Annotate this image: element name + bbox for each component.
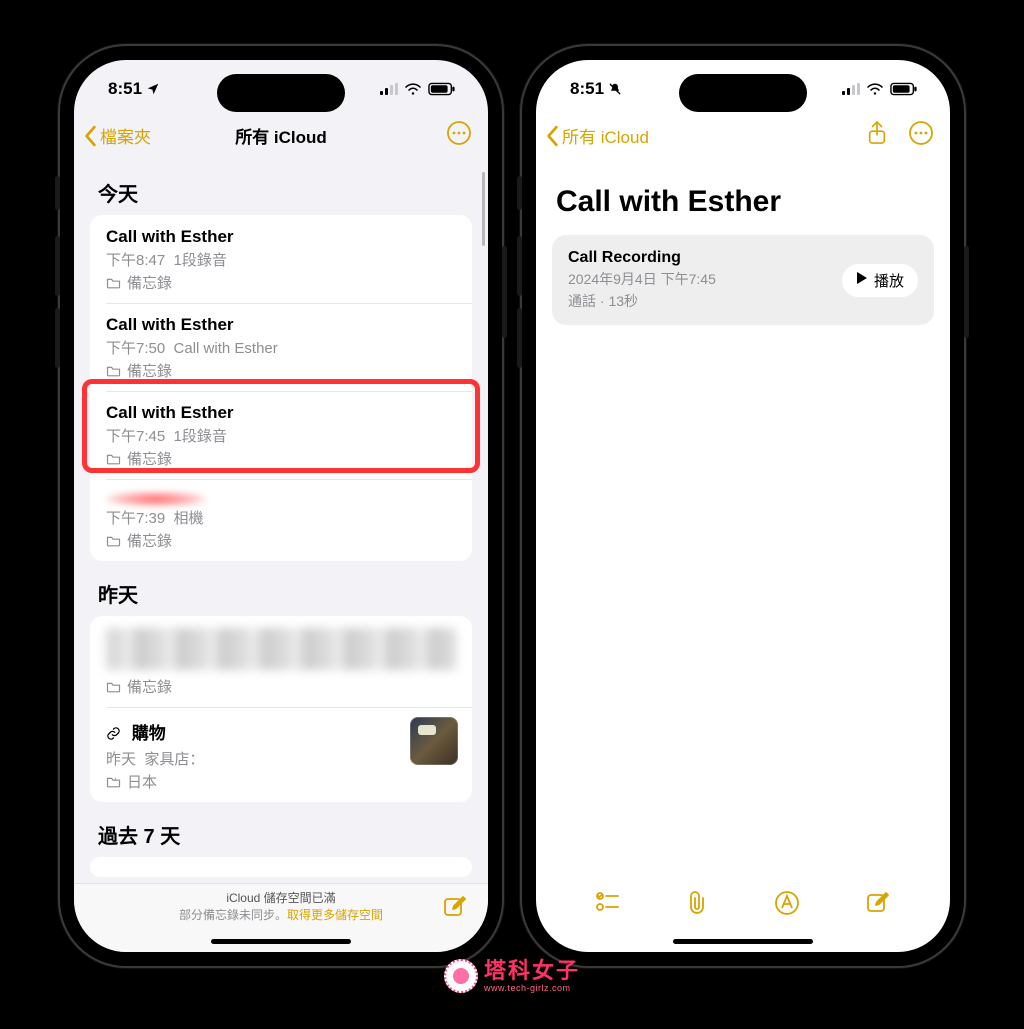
battery-icon [890, 82, 918, 96]
back-label: 檔案夾 [100, 123, 151, 148]
note-subtitle: 下午7:50 Call with Esther [106, 337, 456, 358]
play-button[interactable]: 播放 [842, 264, 918, 297]
note-thumbnail [410, 717, 458, 765]
battery-icon [428, 82, 456, 96]
folder-icon [106, 453, 121, 465]
notes-list[interactable]: 今天 Call with Esther 下午8:47 1段錄音 備忘錄 Call… [74, 160, 488, 892]
note-folder: 日本 [106, 771, 456, 792]
share-icon[interactable] [866, 120, 888, 151]
get-more-storage-link[interactable]: 取得更多儲存空間 [287, 908, 383, 922]
location-icon [146, 82, 160, 96]
home-indicator[interactable] [673, 939, 813, 944]
checklist-icon[interactable] [595, 890, 621, 919]
phone-left: 8:51 檔案夾 [60, 46, 502, 966]
markup-icon[interactable] [774, 890, 800, 921]
status-bar: 8:51 [74, 60, 488, 118]
link-icon [106, 726, 121, 746]
phone-right: 8:51 所有 iClo [522, 46, 964, 966]
recording-heading: Call Recording [568, 249, 716, 267]
note-row[interactable]: Call with Esther 下午7:50 Call with Esther… [90, 303, 472, 391]
signal-icon [842, 83, 860, 95]
section-header-past7: 過去 7 天 [74, 802, 488, 857]
more-icon[interactable] [446, 120, 472, 151]
note-folder: 備忘錄 [106, 448, 456, 469]
note-row[interactable]: Call with Esther 下午8:47 1段錄音 備忘錄 [90, 215, 472, 303]
wifi-icon [404, 82, 422, 96]
status-time: 8:51 [108, 79, 142, 99]
nav-bar: 所有 iCloud [536, 118, 950, 159]
back-button[interactable]: 所有 iCloud [546, 123, 649, 148]
folder-icon [106, 681, 121, 693]
folder-icon [106, 277, 121, 289]
status-time: 8:51 [570, 79, 604, 99]
section-header-today: 今天 [74, 160, 488, 215]
note-row[interactable]: 備忘錄 [90, 616, 472, 707]
note-row-highlighted[interactable]: Call with Esther 下午7:45 1段錄音 備忘錄 [90, 391, 472, 479]
note-subtitle: 下午7:45 1段錄音 [106, 425, 456, 446]
recording-timestamp: 2024年9月4日 下午7:45 [568, 269, 716, 289]
pinned-folder-icon [106, 776, 121, 788]
note-detail-title: Call with Esther [536, 159, 950, 235]
note-row[interactable]: 下午7:39 相機 備忘錄 [90, 479, 472, 561]
note-row[interactable]: 購物 昨天 家具店： 日本 [90, 707, 472, 802]
note-title: Call with Esther [106, 227, 456, 247]
note-title: Call with Esther [106, 315, 456, 335]
blurred-content [106, 628, 456, 670]
attachment-icon[interactable] [686, 890, 708, 921]
recording-card[interactable]: Call Recording 2024年9月4日 下午7:45 通話 · 13秒… [552, 235, 934, 325]
note-subtitle: 昨天 家具店： [106, 748, 456, 769]
note-title: Call with Esther [106, 403, 456, 423]
signal-icon [380, 83, 398, 95]
note-title-redacted [106, 491, 456, 507]
status-bar: 8:51 [536, 60, 950, 118]
section-header-yesterday: 昨天 [74, 561, 488, 616]
play-label: 播放 [874, 270, 904, 291]
note-folder: 備忘錄 [106, 530, 456, 551]
note-subtitle: 下午8:47 1段錄音 [106, 249, 456, 270]
watermark-text: 塔科女子 [484, 960, 580, 982]
play-icon [856, 271, 868, 289]
mute-icon [608, 82, 622, 96]
note-folder: 備忘錄 [106, 272, 456, 293]
recording-meta: 通話 · 13秒 [568, 291, 716, 311]
folder-icon [106, 365, 121, 377]
watermark: 塔科女子 www.tech-girlz.com [444, 959, 580, 993]
icloud-storage-msg: iCloud 儲存空間已滿 部分備忘錄未同步。取得更多儲存空間 [179, 890, 383, 924]
note-folder: 備忘錄 [106, 676, 456, 697]
note-subtitle: 下午7:39 相機 [106, 507, 456, 528]
back-button[interactable]: 檔案夾 [84, 123, 151, 148]
more-icon[interactable] [908, 120, 934, 151]
nav-bar: 檔案夾 所有 iCloud [74, 118, 488, 159]
compose-icon[interactable] [442, 894, 468, 925]
note-title: 購物 [106, 719, 456, 746]
watermark-logo-icon [444, 959, 478, 993]
note-folder: 備忘錄 [106, 360, 456, 381]
watermark-url: www.tech-girlz.com [484, 984, 580, 993]
folder-icon [106, 535, 121, 547]
home-indicator[interactable] [211, 939, 351, 944]
back-label: 所有 iCloud [562, 123, 649, 148]
compose-icon[interactable] [865, 890, 891, 921]
wifi-icon [866, 82, 884, 96]
